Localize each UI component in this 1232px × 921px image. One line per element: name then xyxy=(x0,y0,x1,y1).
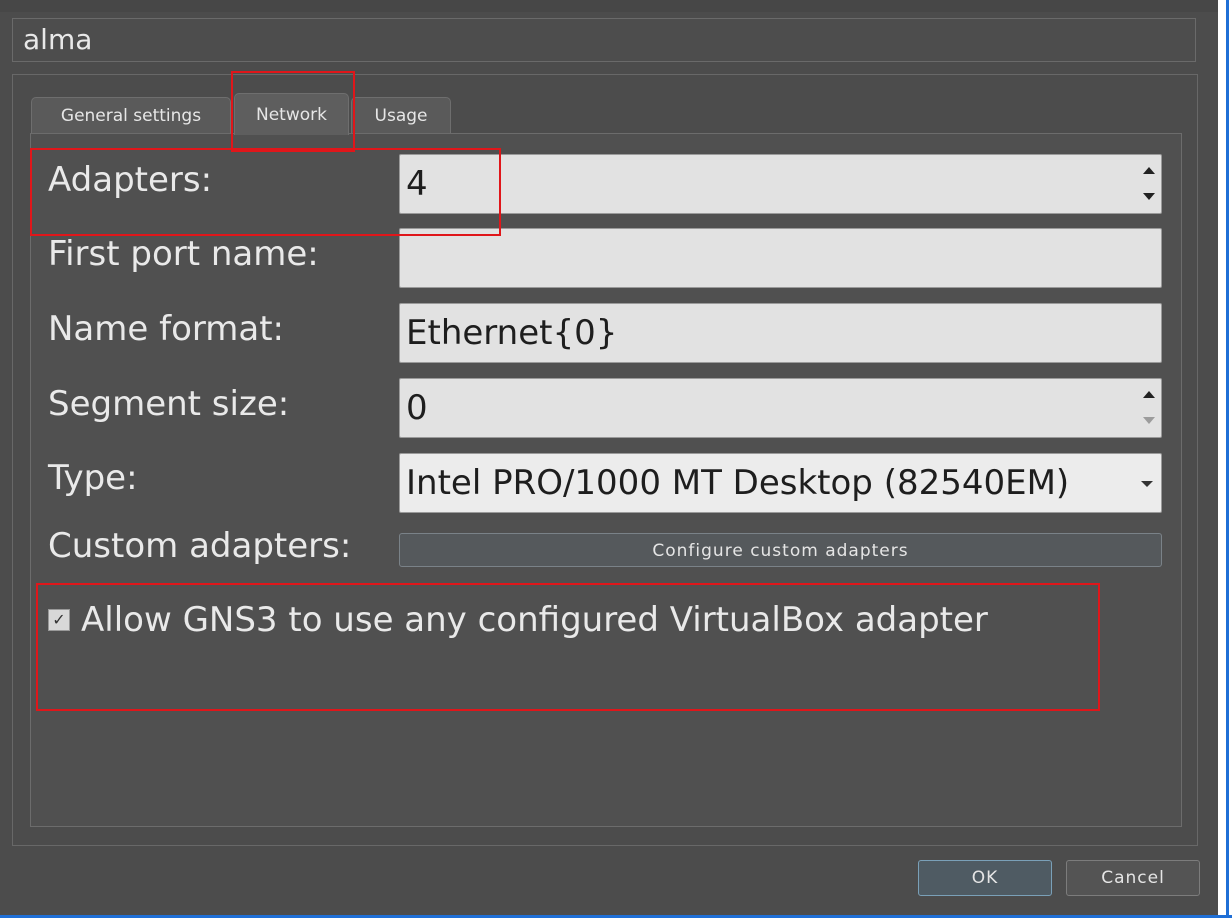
allow-any-adapter-label[interactable]: Allow GNS3 to use any configured Virtual… xyxy=(81,596,988,644)
first-port-name-label: First port name: xyxy=(48,234,319,274)
name-format-label: Name format: xyxy=(48,309,285,349)
window-bottom-edge xyxy=(0,915,1232,921)
spin-down-icon[interactable] xyxy=(1143,193,1155,200)
first-port-name-input[interactable] xyxy=(399,228,1162,288)
adapters-label: Adapters: xyxy=(48,160,213,200)
window-border-strip xyxy=(1226,0,1229,921)
configure-custom-adapters-button[interactable]: Configure custom adapters xyxy=(399,533,1162,567)
vm-configuration-dialog: alma General settings Usage Network Adap… xyxy=(0,0,1218,915)
type-label: Type: xyxy=(48,458,138,498)
segment-size-spinbox[interactable]: 0 xyxy=(399,378,1162,438)
vm-name-field[interactable]: alma xyxy=(12,18,1196,62)
adapters-spin-buttons[interactable] xyxy=(1137,155,1161,213)
window-right-edge xyxy=(1218,0,1232,921)
spin-up-icon[interactable] xyxy=(1143,391,1155,398)
segment-size-spin-buttons[interactable] xyxy=(1137,379,1161,437)
adapters-spinbox[interactable]: 4 xyxy=(399,154,1162,214)
spin-up-icon[interactable] xyxy=(1143,167,1155,174)
cancel-button[interactable]: Cancel xyxy=(1066,860,1200,896)
adapters-value: 4 xyxy=(406,164,428,204)
adapter-type-value: Intel PRO/1000 MT Desktop (82540EM) xyxy=(406,463,1070,503)
allow-any-adapter-checkbox[interactable]: ✓ xyxy=(48,609,70,631)
custom-adapters-label: Custom adapters: xyxy=(48,526,352,566)
tab-network[interactable]: Network xyxy=(234,93,349,135)
tab-usage[interactable]: Usage xyxy=(351,97,451,133)
segment-size-label: Segment size: xyxy=(48,384,290,424)
chevron-down-icon[interactable] xyxy=(1141,481,1153,487)
window-border-line xyxy=(0,915,1232,918)
tab-general-settings[interactable]: General settings xyxy=(31,97,231,133)
name-format-input[interactable]: Ethernet{0} xyxy=(399,303,1162,363)
dialog-top-edge xyxy=(0,0,1218,12)
segment-size-value: 0 xyxy=(406,388,428,428)
spin-down-icon[interactable] xyxy=(1143,417,1155,424)
ok-button[interactable]: OK xyxy=(918,860,1052,896)
adapter-type-combobox[interactable]: Intel PRO/1000 MT Desktop (82540EM) xyxy=(399,453,1162,513)
